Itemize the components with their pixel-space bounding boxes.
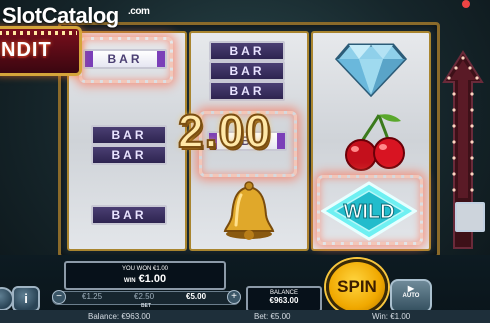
bet-option[interactable]: €1.25 — [82, 292, 102, 301]
bet-option[interactable]: €2.50 — [134, 292, 154, 301]
win-amount-overlay: 2.00 — [177, 104, 272, 158]
status-bet: Bet: €5.00 — [254, 312, 291, 321]
bar-symbol: BAR — [91, 125, 167, 145]
balance-display: BALANCE €963.00 — [246, 286, 322, 312]
diamond-symbol — [334, 41, 408, 102]
info-button[interactable]: i — [12, 286, 40, 312]
win-value-row: WIN €1.00 — [66, 273, 224, 285]
game-logo: NDIT — [0, 26, 82, 76]
top-right-indicator — [462, 0, 484, 10]
win-title: YOU WON €1.00 — [121, 266, 168, 272]
notification-dot-icon — [462, 0, 470, 8]
bet-increase-button[interactable]: + — [227, 290, 241, 304]
autoplay-label: AUTO — [402, 293, 420, 299]
bell-symbol — [219, 181, 279, 246]
wild-symbol: WILD — [320, 181, 418, 246]
reel-1: BAR BAR BAR BAR — [67, 31, 187, 251]
win-label: WIN — [123, 278, 136, 284]
slotcatalog-watermark: SlotCatalog .com — [2, 3, 150, 29]
bar-symbol: BAR — [209, 41, 285, 61]
bar-symbol: BAR — [91, 205, 167, 225]
watermark-text-slot: Slot — [2, 3, 42, 28]
logo-lights — [0, 31, 77, 35]
autoplay-button[interactable]: ▶ AUTO — [390, 279, 432, 313]
bar-symbol: BAR — [209, 81, 285, 101]
watermark-suffix: .com — [128, 6, 150, 17]
win-display: YOU WON €1.00 WIN €1.00 — [64, 261, 226, 290]
cherry-symbol — [343, 111, 407, 180]
bar-symbol: BAR — [91, 145, 167, 165]
bet-option-selected[interactable]: €5.00 — [186, 292, 206, 301]
play-icon: ▶ — [407, 284, 415, 293]
wild-label: WILD — [343, 201, 394, 223]
status-balance: Balance: €963.00 — [88, 312, 151, 321]
logo-text: NDIT — [1, 39, 52, 61]
level-indicator-box — [455, 202, 485, 232]
bet-label: BET — [141, 303, 151, 309]
spin-button[interactable]: SPIN — [326, 259, 388, 315]
status-win: Win: €1.00 — [372, 312, 411, 321]
bet-decrease-button[interactable]: − — [52, 290, 66, 304]
bar-symbol-lit: BAR — [83, 49, 167, 69]
win-value: €1.00 — [138, 273, 167, 285]
status-bar: Balance: €963.00 Bet: €5.00 Win: €1.00 — [0, 310, 490, 323]
reel-3: WILD — [311, 31, 431, 251]
watermark-text-catalog: Catalog — [41, 3, 120, 28]
balance-value: €963.00 — [269, 296, 299, 305]
bar-symbol: BAR — [209, 61, 285, 81]
